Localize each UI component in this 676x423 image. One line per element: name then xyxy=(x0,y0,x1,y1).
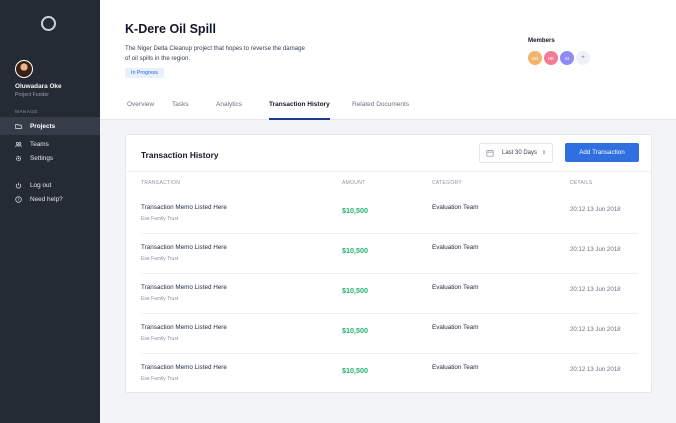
chevron-updown-icon: ⇕ xyxy=(542,150,547,156)
column-header-transaction[interactable]: TRANSACTION xyxy=(141,180,180,186)
table-row[interactable]: Transaction Memo Listed Here Ese Family … xyxy=(141,354,638,394)
transaction-memo: Transaction Memo Listed Here xyxy=(141,204,227,211)
table-row[interactable]: Transaction Memo Listed Here Ese Family … xyxy=(141,314,638,354)
transaction-amount: $10,500 xyxy=(342,246,368,255)
sidebar-item-label: Settings xyxy=(30,154,54,162)
transaction-category: Evaluation Team xyxy=(432,244,479,251)
svg-text:?: ? xyxy=(17,197,19,202)
sidebar-item-projects[interactable]: Projects xyxy=(0,117,100,135)
sidebar-item-label: Teams xyxy=(30,140,49,148)
transaction-details: 20:12 13 Jun 2018 xyxy=(570,206,621,213)
table-row[interactable]: Transaction Memo Listed Here Ese Family … xyxy=(141,234,638,274)
transaction-category: Evaluation Team xyxy=(432,324,479,331)
sidebar-item-label: Log out xyxy=(30,181,52,189)
table-row[interactable]: Transaction Memo Listed Here Ese Family … xyxy=(141,194,638,234)
sidebar: Oluwadara Oke Project Funder MANAGE Proj… xyxy=(0,0,100,423)
transaction-details: 20:12 13 Jun 2018 xyxy=(570,246,621,253)
folder-icon xyxy=(15,123,22,129)
transaction-category: Evaluation Team xyxy=(432,364,479,371)
main-content: K-Dere Oil Spill The Niger Delta Cleanup… xyxy=(100,0,676,423)
transaction-amount: $10,500 xyxy=(342,326,368,335)
transaction-amount: $10,500 xyxy=(342,206,368,215)
tab-analytics[interactable]: Analytics xyxy=(216,101,242,120)
transaction-details: 20:12 13 Jun 2018 xyxy=(570,366,621,373)
column-header-amount[interactable]: AMOUNT xyxy=(342,180,365,186)
transaction-memo: Transaction Memo Listed Here xyxy=(141,364,227,371)
transaction-source: Ese Family Trust xyxy=(141,336,179,342)
transaction-source: Ese Family Trust xyxy=(141,376,179,382)
tab-transaction-history[interactable]: Transaction History xyxy=(269,101,330,120)
sidebar-item-settings[interactable]: Settings xyxy=(0,149,100,167)
calendar-icon xyxy=(486,149,494,157)
transaction-memo: Transaction Memo Listed Here xyxy=(141,284,227,291)
transaction-source: Ese Family Trust xyxy=(141,296,179,302)
power-icon xyxy=(15,182,22,188)
transaction-category: Evaluation Team xyxy=(432,284,479,291)
member-avatar[interactable]: DO xyxy=(528,51,542,65)
member-list: DO HK SI + xyxy=(528,51,590,65)
add-transaction-button[interactable]: Add Transaction xyxy=(565,143,639,162)
page-title: K-Dere Oil Spill xyxy=(125,22,216,36)
gear-icon xyxy=(15,155,22,161)
transaction-source: Ese Family Trust xyxy=(141,216,179,222)
sidebar-item-label: Projects xyxy=(30,122,56,130)
date-range-value: Last 30 Days xyxy=(502,150,538,156)
user-role: Project Funder xyxy=(15,92,50,98)
column-header-category[interactable]: CATEGORY xyxy=(432,180,462,186)
users-icon xyxy=(15,141,22,147)
members-label: Members xyxy=(528,37,555,44)
transaction-details: 20:12 13 Jun 2018 xyxy=(570,286,621,293)
logo-icon[interactable] xyxy=(41,16,56,31)
transaction-category: Evaluation Team xyxy=(432,204,479,211)
transaction-amount: $10,500 xyxy=(342,366,368,375)
tab-bar: Overview Tasks Analytics Transaction His… xyxy=(100,97,676,120)
tab-related-documents[interactable]: Related Documents xyxy=(352,101,409,120)
table-row[interactable]: Transaction Memo Listed Here Ese Family … xyxy=(141,274,638,314)
user-name: Oluwadara Oke xyxy=(15,83,62,90)
card-title: Transaction History xyxy=(141,150,219,160)
avatar[interactable] xyxy=(15,60,33,78)
tab-tasks[interactable]: Tasks xyxy=(172,101,189,120)
divider xyxy=(126,171,651,172)
project-header: K-Dere Oil Spill The Niger Delta Cleanup… xyxy=(100,0,676,120)
transaction-memo: Transaction Memo Listed Here xyxy=(141,244,227,251)
tab-overview[interactable]: Overview xyxy=(127,101,154,120)
status-badge: In Progress xyxy=(125,68,165,78)
add-member-button[interactable]: + xyxy=(576,51,590,65)
date-range-select[interactable]: Last 30 Days ⇕ xyxy=(479,143,553,163)
help-icon: ? xyxy=(15,195,22,203)
transaction-amount: $10,500 xyxy=(342,286,368,295)
column-header-details[interactable]: DETAILS xyxy=(570,180,593,186)
transaction-memo: Transaction Memo Listed Here xyxy=(141,324,227,331)
section-label: MANAGE xyxy=(15,109,38,114)
transaction-card: Transaction History Last 30 Days ⇕ Add T… xyxy=(125,134,652,393)
member-avatar[interactable]: HK xyxy=(544,51,558,65)
member-avatar[interactable]: SI xyxy=(560,51,574,65)
project-description: The Niger Delta Cleanup project that hop… xyxy=(125,45,305,62)
sidebar-item-label: Need help? xyxy=(30,195,63,203)
transaction-details: 20:12 13 Jun 2018 xyxy=(570,326,621,333)
transaction-source: Ese Family Trust xyxy=(141,256,179,262)
sidebar-item-help[interactable]: ? Need help? xyxy=(0,190,100,208)
